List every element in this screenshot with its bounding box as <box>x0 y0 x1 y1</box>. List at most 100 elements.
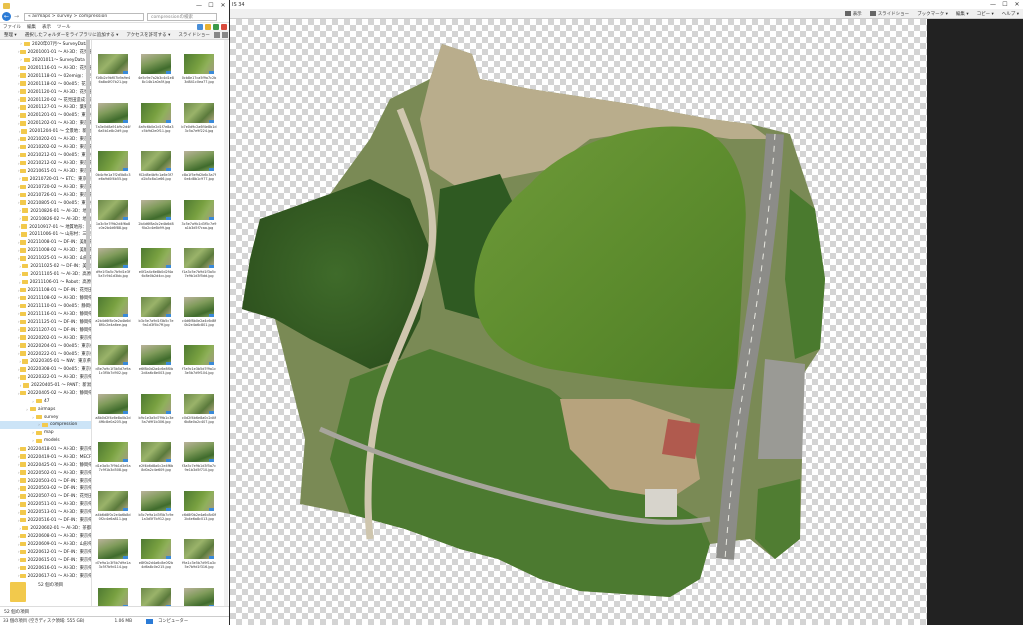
thumbnail-item[interactable]: f3a5c7e9b1d3f5a7c9e1b3d5f710.jpg <box>181 442 217 472</box>
tree-item[interactable]: › 47 <box>0 397 91 405</box>
maximize-button[interactable]: ☐ <box>205 0 217 11</box>
tree-item[interactable]: › 20201001-01 ～ AI-3D：花見田 <box>0 48 91 56</box>
slideshow-button[interactable]: スライドショー <box>174 32 214 38</box>
thumbnail-item[interactable]: a0b2d4f6c8e0a2b4d6f8c0e2a417.jpg <box>95 587 131 606</box>
tree-item[interactable]: › 20211006-01 ～ 山形村：三豊 <box>0 231 91 239</box>
thumbnail-item[interactable]: b1c3e5a7d9f1b3c5e7a9d1f3b518.jpg <box>138 587 174 606</box>
tree-item[interactable]: › 20201011～ SurveyData <box>0 56 91 64</box>
menu-view-toggle[interactable]: 表示 <box>841 10 866 17</box>
organize-button[interactable]: 整理 ▾ <box>0 32 21 38</box>
tree-item[interactable]: › 20220503-01 ～ DF-IN：東京県 <box>0 477 91 485</box>
thumbnail-item[interactable]: e2f4b6d8a0c2e4f6b8d0a2c4e609.jpg <box>138 442 174 472</box>
tree-item[interactable]: › 20201201-01 ～ 00e05：東京県 <box>0 111 91 119</box>
thumbnail-item[interactable]: e0f2a4c6e8b0d2f4a6c8e0b2d4cc.jpg <box>138 248 174 278</box>
tree-item[interactable]: › 20220617-01 ～ AI-3D：東京県 <box>0 572 91 580</box>
change-view-icon[interactable] <box>213 31 220 38</box>
thumbnail-scrollbar[interactable] <box>224 40 228 606</box>
menu-edit-viewer[interactable]: 編集 ▾ <box>952 11 973 17</box>
search-input[interactable]: compressionの検索 <box>147 12 217 21</box>
tree-item[interactable]: › 20210726-01 ～ AI-3D：東京県 <box>0 191 91 199</box>
thumbnail-item[interactable]: c6d8f0b2e4a6c8d0f2b4e6a8c013.jpg <box>181 490 217 521</box>
tree-item[interactable]: › survey <box>0 413 91 421</box>
tree-item[interactable]: › 20220405-01 ～ PANT：新潟 <box>0 381 91 389</box>
menu-slideshow[interactable]: スライドショー <box>866 10 914 17</box>
tree-item[interactable]: › 20201116-01 ～ AI-3D：花見田 <box>0 64 91 72</box>
tree-item[interactable]: › 20220507-01 ～ DF-IN：花見田 <box>0 492 91 500</box>
tree-item[interactable]: › 20220419-01 ～ AI-3D：MECF <box>0 453 91 461</box>
tree-item[interactable]: › 20220612-01 ～ DF-IN：東京県 <box>0 548 91 556</box>
thumbnail-item[interactable]: c4d6f8b0e2a4c6d8f0b2e4a6c801.jpg <box>181 296 217 327</box>
tree-item[interactable]: › 20220308-01 ～ 00e05：東京県 <box>0 365 91 373</box>
tree-item[interactable]: › 20211008-02 ～ AI-3D：美能県 <box>0 246 91 254</box>
address-input[interactable]: « airmaps > survey > compression <box>24 12 144 21</box>
viewer-minimize-button[interactable]: — <box>987 1 999 8</box>
thumbnail-item[interactable]: 4a9c6b0e2d1f7e8a3c5b9d2e0f11.jpg <box>138 102 174 133</box>
thumbnail-item[interactable]: f16b2c9bf07b9a9e46a8a4f07b21.jpg <box>95 54 131 84</box>
preview-pane-icon[interactable] <box>221 31 228 38</box>
tree-item[interactable]: › 20220616-01 ～ AI-3D：東京県 <box>0 564 91 572</box>
thumbnail-item[interactable]: a2b4d6f8c0e2a4b6d8f0c2e4a6ee.jpg <box>95 296 131 327</box>
thumbnail-item[interactable]: f02d8e4b9c1a6e3f7d2b5c8a1e66.jpg <box>138 151 174 181</box>
close-button[interactable]: ✕ <box>217 0 229 11</box>
tree-item[interactable]: › 20211025-02 ～ DF-IN：美能 <box>0 262 91 270</box>
tree-item[interactable]: › 20201120-02 ～ 花見田造成：赤 <box>0 96 91 104</box>
thumbnail-item[interactable]: f1a3c5e7b9d1f3a5c7e9b1d3f5dd.jpg <box>181 248 217 278</box>
tree-item[interactable]: › compression <box>0 421 91 429</box>
tree-item[interactable]: › 2020年07月～ SurveyData <box>0 40 91 48</box>
tree-item[interactable]: › 20211108-01 ～ DF-IN：花見田 <box>0 286 91 294</box>
tree-item[interactable]: › 20220222-01 ～ 00e05：東京県 <box>0 350 91 358</box>
tree-item[interactable]: › 20201118-01 ～ 02emi@：花見田 <box>0 72 91 80</box>
thumbnail-item[interactable]: b3c5e7a9d1f3b5c7e9a1d3f5b7ff.jpg <box>138 296 174 327</box>
menu-help[interactable]: ヘルプ ▾ <box>998 11 1023 17</box>
tree-item[interactable]: › 20220305-01 ～ NW：東京県 <box>0 358 91 366</box>
thumbnail-item[interactable]: b9c1e3a5d7f9b1c3e5a7d9f1b306.jpg <box>138 393 174 424</box>
tree-item[interactable]: › 20220608-01 ～ AI-3D：東京県 <box>0 532 91 540</box>
forward-button[interactable]: → <box>13 12 20 21</box>
tree-item[interactable]: › 20211116-01 ～ AI-3D：静岡県 <box>0 310 91 318</box>
tree-item[interactable]: › 20220511-01 ～ AI-3D：東京県 <box>0 500 91 508</box>
viewer-close-button[interactable]: ✕ <box>1011 1 1023 8</box>
thumbnail-item[interactable]: a8b0d2f4c6e8a0b2d4f6c8e0a205.jpg <box>95 393 131 424</box>
thumbnail-item[interactable]: e8f0b2d4a6c8e0f2b4d6a8c0e215.jpg <box>138 539 174 569</box>
tree-item[interactable]: › 20210826-01 ～ AI-3D：地盤 <box>0 207 91 215</box>
tree-item[interactable]: › 20220513-01 ～ AI-3D：東京県 <box>0 508 91 516</box>
thumbnail-item[interactable]: d1e3a5c7f9b1d3e5a7c9f1b3d508.jpg <box>95 442 131 472</box>
menu-bookmark[interactable]: ブックマーク ▾ <box>913 11 952 17</box>
tree-item[interactable]: › 20220202-01 ～ AI-3D：東京県 <box>0 334 91 342</box>
thumbnail-item[interactable]: b5c7e9a1d3f5b7c9e1a3d5f7b912.jpg <box>138 490 174 521</box>
tree-item[interactable]: › 20201204-01 ～ 全景地：新地 <box>0 127 91 135</box>
tree-item[interactable]: › 20210615-01 ～ AI-3D：東京県 <box>0 167 91 175</box>
tree-item[interactable]: › 20211106-01 ～ Robot：高原 <box>0 278 91 286</box>
tree-item[interactable]: › 20220602-01 ～ AI-3D：茶都 <box>0 524 91 532</box>
image-canvas[interactable] <box>230 19 927 625</box>
thumbnail-item[interactable]: 4e5c9e7a2b3c4d1e88c14b1a0a5f.jpg <box>138 54 174 84</box>
add-to-library-button[interactable]: 選択したフォルダーをライブラリに追加する ▾ <box>21 32 123 38</box>
menu-copy[interactable]: コピー ▾ <box>973 11 998 17</box>
thumbnail-item[interactable]: a4b6d8f0c2e4a6b8d0f2c4e6a811.jpg <box>95 490 131 521</box>
tree-scrollbar[interactable] <box>86 40 90 270</box>
tree-item[interactable]: › 20211108-02 ～ AI-3D：静岡県 <box>0 294 91 302</box>
tree-item[interactable]: › 20220204-01 ～ 00e05：東京県 <box>0 342 91 350</box>
thumbnail-item[interactable]: d7e9a1c3f5b7d9e1a3c5f7b9d114.jpg <box>95 539 131 569</box>
thumbnail-item[interactable]: f9a1c3e5b7d9f1a3c5e7b9d1f316.jpg <box>181 539 217 569</box>
tree-item[interactable]: › 20211207-01 ～ DF-IN：静岡県 <box>0 326 91 334</box>
tree-item[interactable]: › 20210720-02 ～ AI-3D：東京県 <box>0 183 91 191</box>
tree-item[interactable]: › 20220425-01 ～ AI-3D：静岡県 <box>0 461 91 469</box>
tree-item[interactable]: › 20220418-01 ～ AI-3D：東京県 <box>0 445 91 453</box>
thumbnail-item[interactable]: 0b4c9e1a7f2d5b8c3e6a9d0f4b55.jpg <box>95 151 131 181</box>
tree-item[interactable]: › 20210720-01 ～ ETC：東京県 <box>0 175 91 183</box>
thumbnail-item[interactable]: 3c5e7a9b1d3f5c7e9a1b3d5f7caa.jpg <box>181 199 217 230</box>
tree-item[interactable]: › 20201127-01 ～ AI-3D：葉東岡 <box>0 104 91 112</box>
tree-item[interactable]: › 20220322-01 ～ AI-3D：東京県 <box>0 373 91 381</box>
tree-item[interactable]: › 20211025-01 ～ AI-3D：山形県 <box>0 254 91 262</box>
tree-item[interactable]: › 20210202-01 ～ AI-3D：東京県 <box>0 135 91 143</box>
thumbnail-item[interactable]: 7a3e0d8a91b9c2d4f6a5b1e8c2d9.jpg <box>95 102 131 133</box>
thumbnail-item[interactable]: d9e1f3a5c7b9d1e3f5a7c9b1d3bb.jpg <box>95 248 131 278</box>
tree-item[interactable]: › 20201202-01 ～ AI-3D：東京県 <box>0 119 91 127</box>
tree-item[interactable]: › 20210212-02 ～ AI-3D：東京県 <box>0 159 91 167</box>
thumbnail-item[interactable]: f7a9c1e3b5d7f9a1c3e5b7d9f104.jpg <box>181 345 217 375</box>
thumbnail-item[interactable]: 1a3c5e7f9b2d4f6a8c0e2b4d6f88.jpg <box>95 199 131 230</box>
thumbnail-item[interactable]: b7e0d9c2a6f4e8b1d3c5a7e9f224.jpg <box>181 102 217 133</box>
tree-item[interactable]: › models <box>0 437 91 445</box>
share-button[interactable]: アクセスを許可する ▾ <box>122 32 174 38</box>
